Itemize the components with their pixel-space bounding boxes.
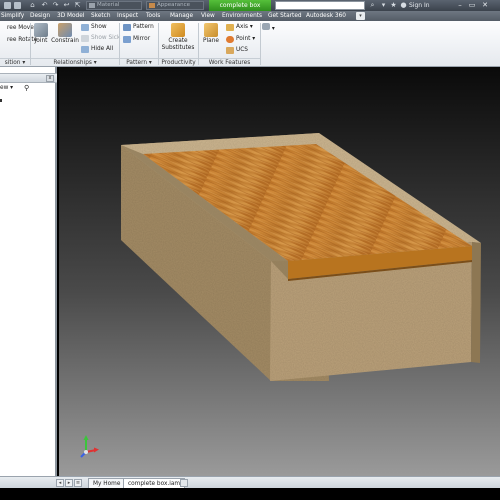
box-model[interactable] <box>59 67 500 476</box>
sign-in-link[interactable]: Sign In <box>409 0 430 11</box>
maximize-button[interactable]: ▭ <box>467 0 477 11</box>
joint-button[interactable]: Joint <box>32 23 50 55</box>
ribbon-extra-dropdown[interactable]: ▾ <box>262 23 275 32</box>
browser-close-button[interactable]: x <box>46 75 54 82</box>
back-icon[interactable]: ↶ <box>40 1 49 10</box>
tab-environments[interactable]: Environments <box>222 11 262 21</box>
constrain-icon <box>58 23 72 37</box>
axis-triad-icon <box>80 435 99 458</box>
free-move-button[interactable]: ree Move <box>0 24 34 33</box>
point-icon <box>226 36 234 43</box>
pattern-button[interactable]: Pattern <box>123 23 154 32</box>
document-tab-bar: ◂ ▸ ≡ My Home complete box.iam <box>0 476 500 488</box>
ribbon-panel-area: ree Move ree Rotate Joint Constrain Show… <box>0 21 500 67</box>
tab-inspect[interactable]: Inspect <box>117 11 138 21</box>
document-list-icon[interactable]: ≡ <box>74 479 82 487</box>
create-substitutes-icon <box>171 23 185 37</box>
tab-complete-box-iam[interactable]: complete box.iam <box>123 478 186 488</box>
browser-toolbar: ew ▾ ⚲ <box>0 83 57 93</box>
panel-label-relationships[interactable]: Relationships ▾ <box>31 58 119 66</box>
user-icon[interactable]: ● <box>399 1 408 10</box>
next-document-icon[interactable]: ▸ <box>65 479 73 487</box>
create-substitutes-button[interactable]: Create Substitutes <box>161 23 195 55</box>
ucs-icon <box>226 47 234 54</box>
close-window-button[interactable]: ✕ <box>480 0 490 11</box>
show-button[interactable]: Show <box>81 23 107 32</box>
subscription-icon[interactable]: ★ <box>389 1 398 10</box>
tab-3d-model[interactable]: 3D Model <box>57 11 84 21</box>
show-sick-button[interactable]: Show Sick <box>81 34 120 43</box>
plane-button[interactable]: Plane <box>200 23 222 55</box>
panel-label-productivity: Productivity <box>159 58 198 66</box>
constrain-button[interactable]: Constrain <box>51 23 79 55</box>
tab-tools[interactable]: Tools <box>146 11 160 21</box>
browser-header: x <box>0 73 57 83</box>
panel-label-pattern[interactable]: Pattern ▾ <box>120 58 158 66</box>
panel-label-work-features: Work Features <box>199 58 260 66</box>
return-icon[interactable]: ↩ <box>62 1 71 10</box>
material-combo[interactable]: Material <box>86 1 142 10</box>
browser-view-dropdown[interactable]: ew ▾ <box>0 85 13 91</box>
appearance-swatch-icon <box>149 3 155 8</box>
material-swatch-icon <box>89 3 95 8</box>
search-input[interactable] <box>275 1 365 10</box>
ucs-button[interactable]: UCS <box>226 46 248 55</box>
hide-all-button[interactable]: Hide All <box>81 45 113 54</box>
home-icon[interactable]: ⌂ <box>28 1 37 10</box>
plane-icon <box>204 23 218 37</box>
box-right-face <box>471 242 481 363</box>
save-icon[interactable] <box>4 2 11 9</box>
help-options-icon[interactable]: ▾ <box>379 1 388 10</box>
axis-button[interactable]: Axis ▾ <box>226 23 253 32</box>
tree-expander-icon[interactable] <box>0 99 2 102</box>
appearance-combo[interactable]: Appearance <box>146 1 204 10</box>
tab-design[interactable]: Design <box>30 11 50 21</box>
binoculars-icon[interactable]: ⚲ <box>24 83 29 93</box>
show-icon <box>81 24 89 31</box>
hide-all-icon <box>81 46 89 53</box>
axis-icon <box>226 24 234 31</box>
previous-document-icon[interactable]: ◂ <box>56 479 64 487</box>
panel-label-position[interactable]: sition ▾ <box>0 58 30 66</box>
undo-icon[interactable] <box>14 2 21 9</box>
ribbon-collapse-icon[interactable]: ▾ <box>356 12 365 20</box>
model-browser-pane: x ew ▾ ⚲ <box>0 67 57 476</box>
new-tab-icon[interactable] <box>180 479 188 487</box>
point-button[interactable]: Point ▾ <box>226 35 255 44</box>
mirror-button[interactable]: Mirror <box>123 35 150 44</box>
pattern-icon <box>123 24 131 31</box>
document-title-tab[interactable]: complete box <box>209 0 271 11</box>
ribbon-tab-bar: Simplify Design 3D Model Sketch Inspect … <box>0 11 500 21</box>
forward-icon[interactable]: ↷ <box>51 1 60 10</box>
panel-divider <box>260 23 261 65</box>
graphics-viewport[interactable] <box>59 67 500 476</box>
gear-icon <box>262 23 270 30</box>
tab-view[interactable]: View <box>201 11 215 21</box>
mirror-icon <box>123 36 131 43</box>
tab-my-home[interactable]: My Home <box>88 478 126 488</box>
joint-icon <box>34 23 48 37</box>
quick-access-toolbar: ⌂ ↶ ↷ ↩ ⇱ Material Appearance complete b… <box>0 0 500 11</box>
tab-sketch[interactable]: Sketch <box>91 11 111 21</box>
tab-get-started[interactable]: Get Started <box>268 11 302 21</box>
select-icon[interactable]: ⇱ <box>73 1 82 10</box>
tab-autodesk-360[interactable]: Autodesk 360 <box>306 11 346 21</box>
show-sick-icon <box>81 35 89 42</box>
tab-simplify[interactable]: Simplify <box>1 11 24 21</box>
binoculars-icon[interactable]: ⌕ <box>368 1 377 10</box>
tab-manage[interactable]: Manage <box>170 11 193 21</box>
minimize-button[interactable]: – <box>455 0 465 11</box>
status-bar <box>0 488 500 500</box>
